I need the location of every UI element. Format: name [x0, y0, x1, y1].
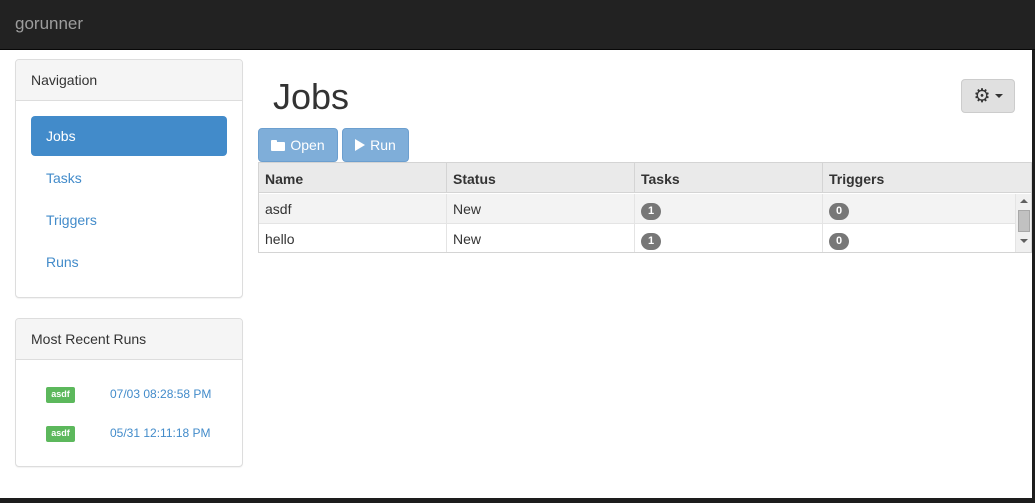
gear-icon: ⚙: [973, 85, 991, 107]
run-time-link[interactable]: 05/31 12:11:18 PM: [110, 426, 211, 440]
scroll-down-arrow-icon[interactable]: [1020, 239, 1028, 243]
open-button-label: Open: [290, 137, 325, 153]
cell-tasks: 1: [635, 224, 823, 252]
tasks-count-badge: 1: [641, 233, 661, 250]
recent-run-item[interactable]: asdf 05/31 12:11:18 PM: [46, 425, 211, 443]
top-navbar: gorunner: [0, 0, 1035, 50]
recent-runs-heading: Most Recent Runs: [16, 319, 242, 360]
run-time-link[interactable]: 07/03 08:28:58 PM: [110, 387, 211, 401]
cell-tasks: 1: [635, 194, 823, 223]
column-header-tasks[interactable]: Tasks: [635, 163, 823, 193]
recent-run-item[interactable]: asdf 07/03 08:28:58 PM: [46, 386, 211, 404]
settings-dropdown-button[interactable]: ⚙: [961, 79, 1015, 113]
triggers-count-badge: 0: [829, 233, 849, 250]
open-button[interactable]: Open: [258, 128, 338, 162]
column-header-status[interactable]: Status: [447, 163, 635, 193]
tasks-count-badge: 1: [641, 203, 661, 220]
cell-status: New: [447, 194, 635, 223]
run-button[interactable]: Run: [342, 128, 409, 162]
navigation-heading: Navigation: [16, 60, 242, 101]
sidebar-item-triggers[interactable]: Triggers: [31, 200, 227, 240]
table-scrollbar[interactable]: [1015, 194, 1031, 252]
caret-down-icon: [994, 94, 1003, 98]
scroll-up-arrow-icon[interactable]: [1020, 199, 1028, 203]
column-header-name[interactable]: Name: [259, 163, 447, 193]
navigation-panel: Navigation Jobs Tasks Triggers Runs: [15, 59, 243, 298]
jobs-table: Name Status Tasks Triggers asdf New 1 0 …: [258, 162, 1032, 253]
table-row[interactable]: hello New 1 0: [259, 224, 1015, 252]
cell-name: hello: [259, 224, 447, 252]
nav-list: Jobs Tasks Triggers Runs: [16, 101, 242, 282]
run-job-label: asdf: [46, 426, 75, 442]
run-button-label: Run: [370, 137, 396, 153]
triggers-count-badge: 0: [829, 203, 849, 220]
brand-logo-text[interactable]: gorunner: [15, 14, 83, 34]
table-row[interactable]: asdf New 1 0: [259, 194, 1015, 224]
recent-runs-panel: Most Recent Runs asdf 07/03 08:28:58 PM …: [15, 318, 243, 467]
run-job-label: asdf: [46, 387, 75, 403]
sidebar-item-runs[interactable]: Runs: [31, 242, 227, 282]
sidebar-item-jobs[interactable]: Jobs: [31, 116, 227, 156]
sidebar-item-tasks[interactable]: Tasks: [31, 158, 227, 198]
cell-status: New: [447, 224, 635, 252]
scrollbar-thumb[interactable]: [1018, 210, 1030, 232]
cell-name: asdf: [259, 194, 447, 223]
play-icon: [355, 139, 366, 151]
cell-triggers: 0: [823, 224, 1015, 252]
cell-triggers: 0: [823, 194, 1015, 223]
folder-open-icon: [271, 139, 286, 151]
page-title: Jobs: [273, 76, 350, 117]
column-header-triggers[interactable]: Triggers: [823, 163, 1031, 193]
table-header: Name Status Tasks Triggers: [259, 163, 1031, 193]
